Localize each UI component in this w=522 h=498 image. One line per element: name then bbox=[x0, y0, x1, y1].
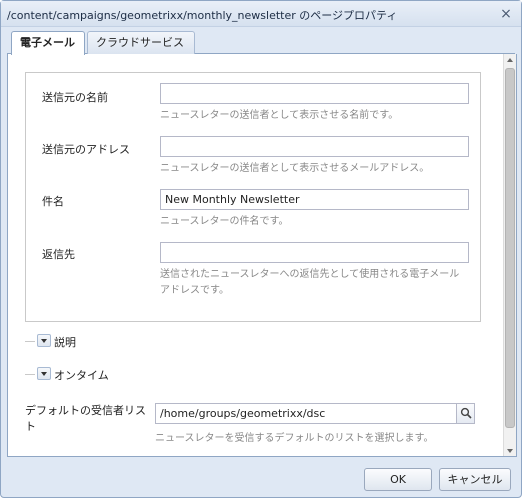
chevron-down-icon bbox=[41, 339, 47, 343]
subject-input[interactable] bbox=[160, 189, 469, 210]
scroll-thumb[interactable] bbox=[505, 68, 515, 428]
description-section-label: 説明 bbox=[54, 334, 80, 350]
close-icon[interactable]: × bbox=[499, 7, 513, 21]
ontime-expand-button[interactable] bbox=[37, 367, 51, 380]
sender-address-help: ニュースレターの送信者として表示させるメールアドレス。 bbox=[160, 163, 430, 174]
subject-help: ニュースレターの件名です。 bbox=[160, 216, 289, 227]
default-list-pathfield bbox=[155, 403, 475, 424]
page-properties-dialog: /content/campaigns/geometrixx/monthly_ne… bbox=[0, 0, 522, 498]
tab-cloud-services[interactable]: クラウドサービス bbox=[87, 31, 195, 54]
sender-name-help: ニュースレターの送信者として表示させる名前です。 bbox=[160, 110, 399, 121]
default-list-help: ニュースレターを受信するデフォルトのリストを選択します。 bbox=[155, 433, 434, 444]
default-list-label: デフォルトの受信者リスト bbox=[25, 404, 146, 433]
chevron-down-icon bbox=[41, 372, 47, 376]
search-icon[interactable] bbox=[456, 404, 474, 423]
reply-to-help: 送信されたニュースレターへの返信先として使用される電子メールアドレスです。 bbox=[160, 269, 460, 296]
ontime-section-label: オンタイム bbox=[54, 367, 113, 383]
subject-label: 件名 bbox=[42, 195, 64, 208]
sender-name-label: 送信元の名前 bbox=[42, 91, 108, 104]
email-fieldset: 送信元の名前 ニュースレターの送信者として表示させる名前です。 送信元のアドレス… bbox=[25, 72, 481, 322]
default-list-input[interactable] bbox=[156, 404, 456, 423]
scroll-down-button[interactable] bbox=[504, 445, 516, 456]
tab-email[interactable]: 電子メール bbox=[11, 31, 85, 55]
sender-name-input[interactable] bbox=[160, 83, 469, 104]
cancel-button[interactable]: キャンセル bbox=[439, 468, 511, 491]
sender-address-label: 送信元のアドレス bbox=[42, 143, 130, 156]
content-scrollbar[interactable] bbox=[503, 54, 516, 456]
chevron-up-icon bbox=[507, 58, 513, 62]
sender-address-input[interactable] bbox=[160, 136, 469, 157]
description-section-header: 説明 bbox=[25, 334, 481, 350]
dialog-title: /content/campaigns/geometrixx/monthly_ne… bbox=[7, 9, 398, 22]
description-expand-button[interactable] bbox=[37, 334, 51, 347]
scroll-up-button[interactable] bbox=[504, 54, 516, 66]
dialog-titlebar[interactable]: /content/campaigns/geometrixx/monthly_ne… bbox=[1, 1, 521, 27]
tab-panel-email: 送信元の名前 ニュースレターの送信者として表示させる名前です。 送信元のアドレス… bbox=[7, 54, 517, 457]
ontime-section-header: オンタイム bbox=[25, 367, 481, 383]
reply-to-label: 返信先 bbox=[42, 248, 75, 261]
reply-to-input[interactable] bbox=[160, 242, 469, 263]
chevron-down-icon bbox=[507, 449, 513, 453]
ok-button[interactable]: OK bbox=[364, 468, 432, 491]
tab-strip: 電子メール クラウドサービス bbox=[7, 28, 515, 55]
